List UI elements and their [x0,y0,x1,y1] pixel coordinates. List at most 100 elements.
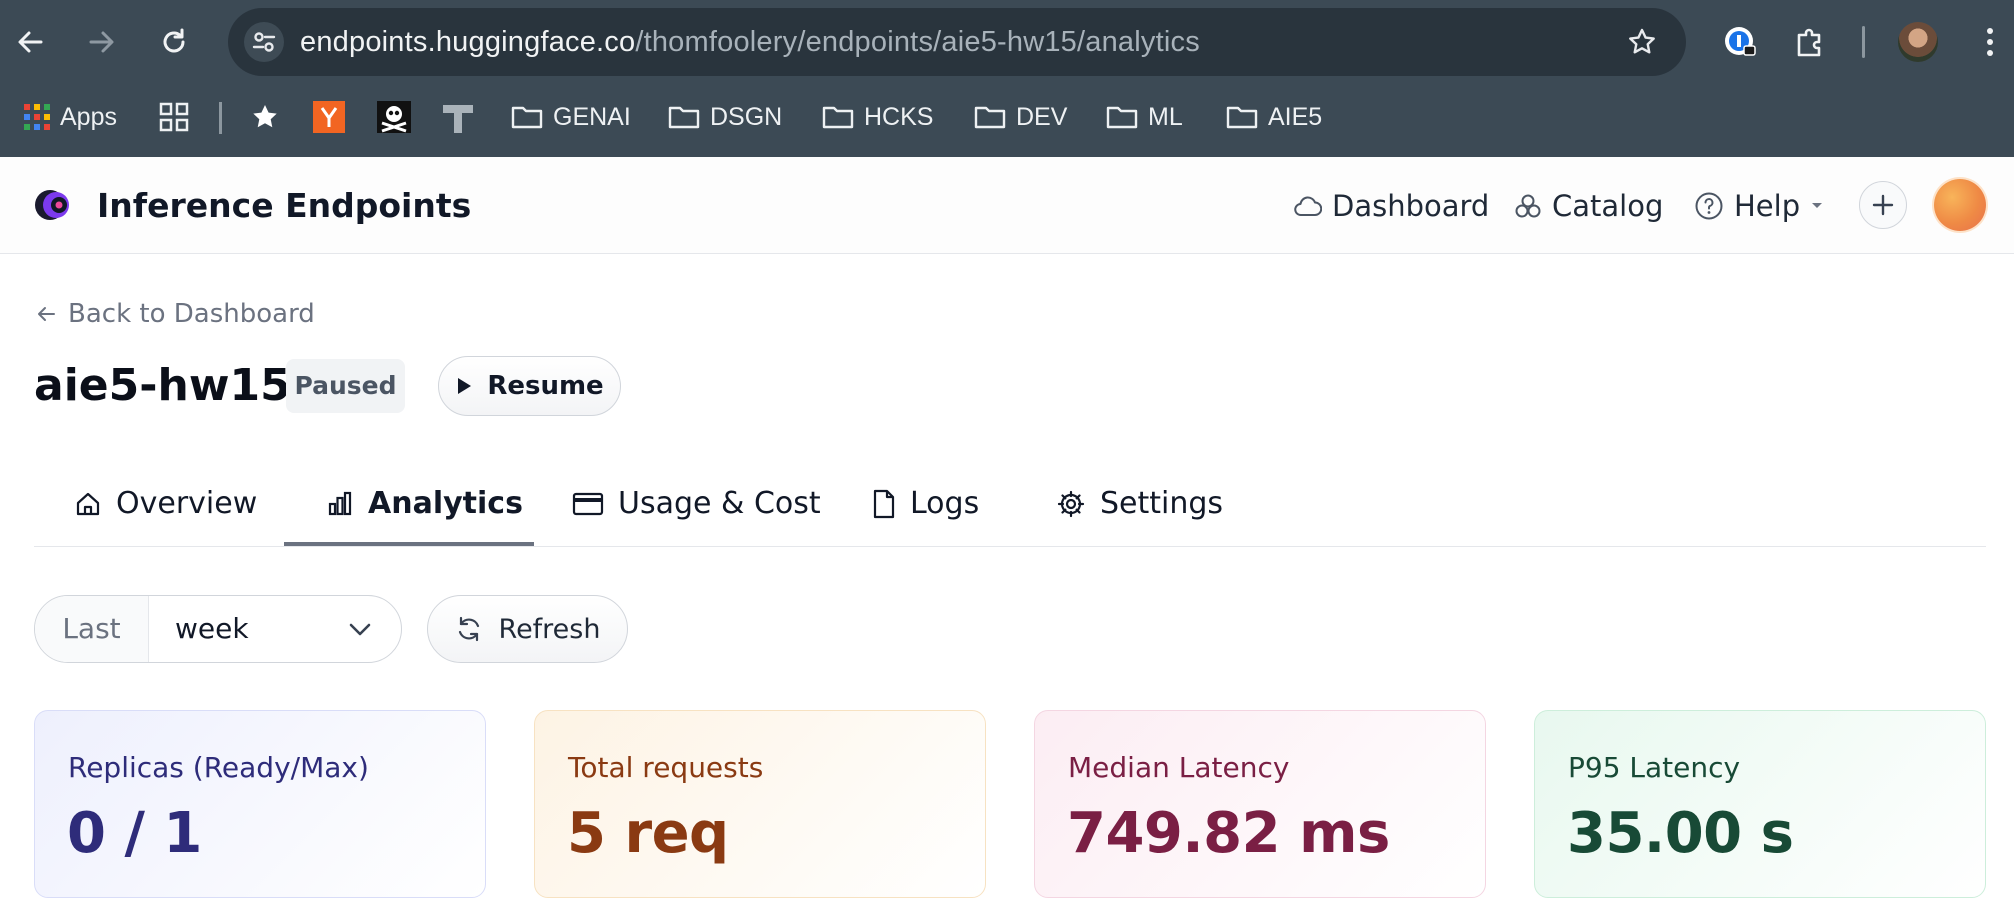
reload-icon[interactable] [154,22,194,62]
bookmark-star-icon[interactable] [250,92,280,142]
tab-logs[interactable]: Logs [872,460,979,547]
bookmark-folder-hcks[interactable]: HCKS [822,92,933,142]
metric-card-p95-latency: P95 Latency 35.00 s [1534,710,1986,898]
bar-chart-icon [328,491,352,515]
resume-button[interactable]: Resume [438,356,621,416]
kebab-menu-icon[interactable] [1970,22,2010,62]
url-host: endpoints.huggingface.co [300,26,636,58]
help-circle-icon [1695,192,1723,219]
bookmark-folder-genai[interactable]: GENAI [511,92,631,142]
metric-value: 35.00 s [1567,801,1794,866]
metric-label: Total requests [568,751,764,784]
metric-value: 5 req [567,801,729,866]
url-path: /thomfoolery/endpoints/aie5-hw15/analyti… [635,26,1200,58]
bookmark-folder-dev[interactable]: DEV [974,92,1067,142]
bookmark-skull-icon[interactable] [377,92,411,142]
nav-dashboard-label: Dashboard [1332,188,1490,223]
resume-label: Resume [487,371,604,401]
app-title[interactable]: Inference Endpoints [97,157,471,254]
apps-grid-icon [24,104,50,130]
tab-analytics[interactable]: Analytics [326,460,523,547]
tab-overview[interactable]: Overview [74,460,257,547]
tab-label: Settings [1100,486,1224,521]
metric-card-median-latency: Median Latency 749.82 ms [1034,710,1486,898]
bookmark-label: DEV [1016,102,1068,131]
bookmark-label: ML [1148,102,1183,131]
nav-dashboard[interactable]: Dashboard [1294,157,1489,254]
metric-value: 0 / 1 [67,801,202,866]
bookmark-folder-dsgn[interactable]: DSGN [668,92,782,142]
gear-icon [1057,490,1085,517]
folder-icon [668,106,700,129]
create-endpoint-button[interactable] [1859,181,1907,229]
metric-value: 749.82 ms [1067,801,1390,866]
profile-avatar[interactable] [1898,22,1938,62]
bookmarks-divider [219,102,222,134]
nav-catalog[interactable]: Catalog [1514,157,1663,254]
bookmark-ycombinator-icon[interactable] [313,92,345,142]
tab-label: Analytics [368,486,523,521]
bookmark-folder-aie5[interactable]: AIE5 [1226,92,1322,142]
back-arrow-icon[interactable] [10,22,50,62]
time-range-prefix: Last [35,596,149,662]
home-icon [76,492,100,515]
chevron-down-icon [349,623,371,636]
bookmarks-bar: Apps GENAI DSGN HCKS DEV ML AIE5 [0,92,2014,142]
refresh-icon [458,616,479,642]
caret-down-icon [1812,202,1823,208]
metric-label: Median Latency [1068,751,1290,784]
url-text: endpoints.huggingface.co/thomfoolery/end… [300,8,1200,76]
inference-endpoints-logo-icon[interactable] [34,185,74,225]
bookmark-t-icon[interactable] [441,92,475,142]
arrow-left-icon [38,307,55,321]
folder-icon [974,106,1006,129]
forward-arrow-icon[interactable] [82,22,122,62]
plus-icon [1872,194,1894,216]
app-header: Inference Endpoints Dashboard Catalog He… [0,157,2014,254]
folder-icon [511,106,543,129]
folder-icon [1226,106,1258,129]
nav-help[interactable]: Help [1694,157,1824,254]
site-settings-icon[interactable] [244,22,284,62]
tab-label: Usage & Cost [618,486,821,521]
tab-settings[interactable]: Settings [1056,460,1223,547]
password-manager-icon[interactable] [1720,22,1760,62]
tab-usage-cost[interactable]: Usage & Cost [572,460,821,547]
toolbar-divider [1862,26,1865,58]
address-bar[interactable]: endpoints.huggingface.co/thomfoolery/end… [228,8,1686,76]
catalog-cubes-icon [1515,194,1541,217]
metric-label: Replicas (Ready/Max) [68,751,369,784]
metric-card-total-requests: Total requests 5 req [534,710,986,898]
folder-icon [822,106,854,129]
tab-label: Overview [116,486,258,521]
folder-icon [1106,106,1138,129]
bookmark-folder-ml[interactable]: ML [1106,92,1183,142]
bookmark-label: GENAI [553,102,631,131]
bookmark-label: HCKS [864,102,934,131]
play-icon [458,378,472,394]
user-avatar[interactable] [1934,179,1986,231]
extensions-puzzle-icon[interactable] [1790,22,1830,62]
bookmark-apps[interactable]: Apps [24,92,117,142]
back-to-dashboard-link[interactable]: Back to Dashboard [36,296,315,332]
refresh-label: Refresh [498,613,601,645]
metric-label: P95 Latency [1568,751,1741,784]
tab-label: Logs [910,486,980,521]
status-badge: Paused [286,359,405,413]
credit-card-icon [572,492,604,515]
refresh-button[interactable]: Refresh [427,595,628,663]
bookmark-star-icon[interactable] [1622,22,1662,62]
browser-chrome: endpoints.huggingface.co/thomfoolery/end… [0,0,2014,157]
back-link-label: Back to Dashboard [68,299,315,329]
time-range-select[interactable]: Last week [34,595,402,663]
cloud-icon [1294,196,1322,216]
time-range-value: week [175,612,249,645]
bookmark-label: AIE5 [1268,102,1323,131]
endpoint-title: aie5-hw15 [34,360,291,411]
tab-groups-icon[interactable] [158,92,190,142]
bookmark-label: DSGN [710,102,783,131]
nav-help-label: Help [1734,188,1801,223]
nav-catalog-label: Catalog [1552,188,1664,223]
bookmark-label: Apps [60,102,117,131]
endpoint-tabs: Overview Analytics Usage & Cost Logs Set… [34,460,1986,547]
